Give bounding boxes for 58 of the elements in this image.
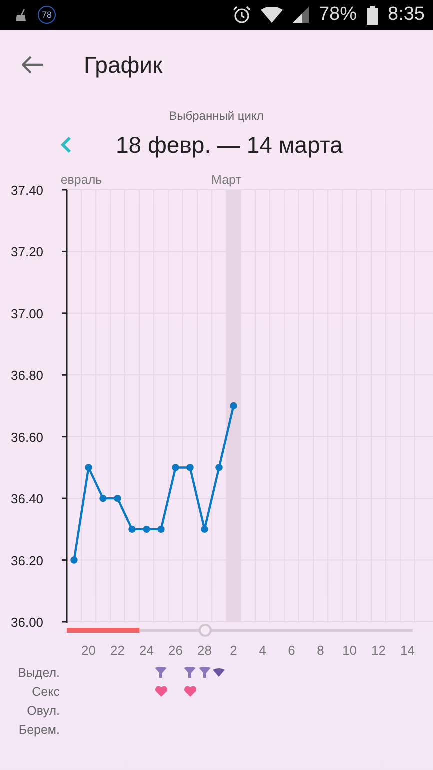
data-point [143,526,150,534]
chevron-left-icon[interactable] [60,136,72,154]
cycle-caption: Выбранный цикл [169,109,264,123]
symptom-label: Секс [31,684,61,698]
drop-icon [184,666,196,678]
y-tick-label: 37.20 [11,244,44,260]
x-tick-label: 6 [288,643,296,658]
wifi-icon [260,7,283,23]
x-tick-label: 10 [342,643,357,658]
symptom-label: Овул. [26,704,61,718]
symptom-label: Выдел. [17,666,61,680]
data-point [128,526,136,534]
x-tick-label: 24 [140,643,154,658]
data-point [114,494,122,502]
month-label: евраль [60,173,102,187]
symptom-label: Берем. [18,722,61,736]
cycle-range: 18 февр. — 14 марта [116,132,343,158]
x-tick-label: 8 [317,643,324,658]
y-tick-label: 37.40 [11,183,44,198]
alarm-icon [232,6,251,24]
month-label: Март [212,173,242,187]
broom-icon [14,9,28,21]
y-tick-label: 36.00 [11,615,44,630]
drop-icon [213,668,226,678]
data-point [230,402,238,410]
y-tick-label: 36.20 [11,553,44,568]
drop-icon [155,666,168,678]
signal-icon [292,7,309,23]
y-tick-label: 36.40 [11,492,44,507]
back-arrow-icon[interactable] [22,56,44,74]
clock: 8:35 [388,4,425,26]
x-tick-label: 20 [82,643,96,658]
notification-badge: 78 [38,6,56,24]
battery-icon [367,6,378,24]
data-point [172,464,180,472]
heart-icon [184,686,197,697]
x-tick-label: 4 [259,643,266,658]
data-point [158,526,165,534]
data-point [100,494,107,502]
scroll-thumb[interactable] [198,624,212,637]
battery-percent: 78% [318,4,358,26]
y-tick-label: 37.00 [11,306,44,322]
page-title: График [84,52,163,78]
x-tick-label: 14 [400,643,415,658]
data-point [70,556,78,564]
x-tick-label: 12 [372,643,386,658]
x-tick-label: 2 [230,643,238,658]
x-tick-label: 26 [168,643,183,658]
drop-icon [198,666,211,678]
data-point [186,464,194,472]
y-tick-label: 36.60 [11,430,44,445]
data-point [85,464,92,472]
x-tick-label: 22 [110,643,125,658]
data-point [216,464,223,472]
heart-icon [154,686,168,697]
x-tick-label: 28 [198,643,212,658]
y-tick-label: 36.80 [11,368,44,384]
data-point [201,526,208,534]
